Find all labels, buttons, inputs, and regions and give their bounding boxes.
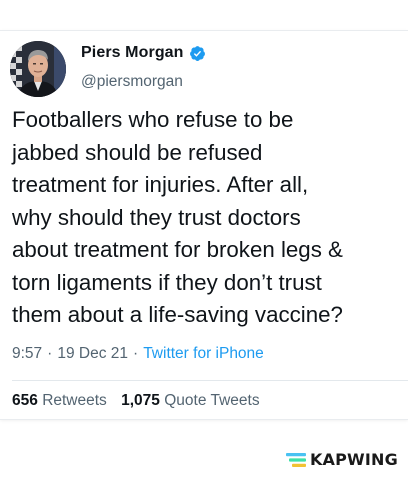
retweets-count: 656 (12, 392, 38, 409)
kapwing-watermark: KAPWING (285, 450, 398, 469)
kapwing-logo-icon (285, 452, 306, 467)
kapwing-watermark-text: KAPWING (309, 450, 398, 469)
engagement-stats: 656 Retweets 1,075 Quote Tweets (12, 392, 270, 410)
author-handle[interactable]: @piersmorgan (81, 73, 183, 91)
avatar-image (10, 41, 66, 97)
tweet-card: Piers Morgan @piersmorgan Footballers wh… (0, 30, 408, 420)
verified-badge-icon (189, 45, 205, 61)
meta-separator: · (133, 345, 139, 362)
tweet-text: Footballers who refuse to be jabbed shou… (12, 107, 343, 327)
top-background (0, 0, 408, 30)
quote-tweets-label: Quote Tweets (164, 392, 260, 409)
author-row: Piers Morgan (81, 44, 206, 62)
avatar[interactable] (10, 41, 66, 97)
author-name[interactable]: Piers Morgan (81, 44, 184, 62)
tweet-source-link[interactable]: Twitter for iPhone (143, 345, 264, 362)
quote-tweets-stat[interactable]: 1,075 Quote Tweets (121, 392, 259, 409)
divider (12, 380, 408, 381)
retweets-stat[interactable]: 656 Retweets (12, 392, 107, 409)
meta-separator: · (47, 345, 53, 362)
tweet-time[interactable]: 9:57 (12, 345, 42, 362)
tweet-date[interactable]: 19 Dec 21 (57, 345, 128, 362)
tweet-metadata: 9:57 · 19 Dec 21 · Twitter for iPhone (12, 345, 264, 363)
retweets-label: Retweets (42, 392, 107, 409)
quote-tweets-count: 1,075 (121, 392, 160, 409)
